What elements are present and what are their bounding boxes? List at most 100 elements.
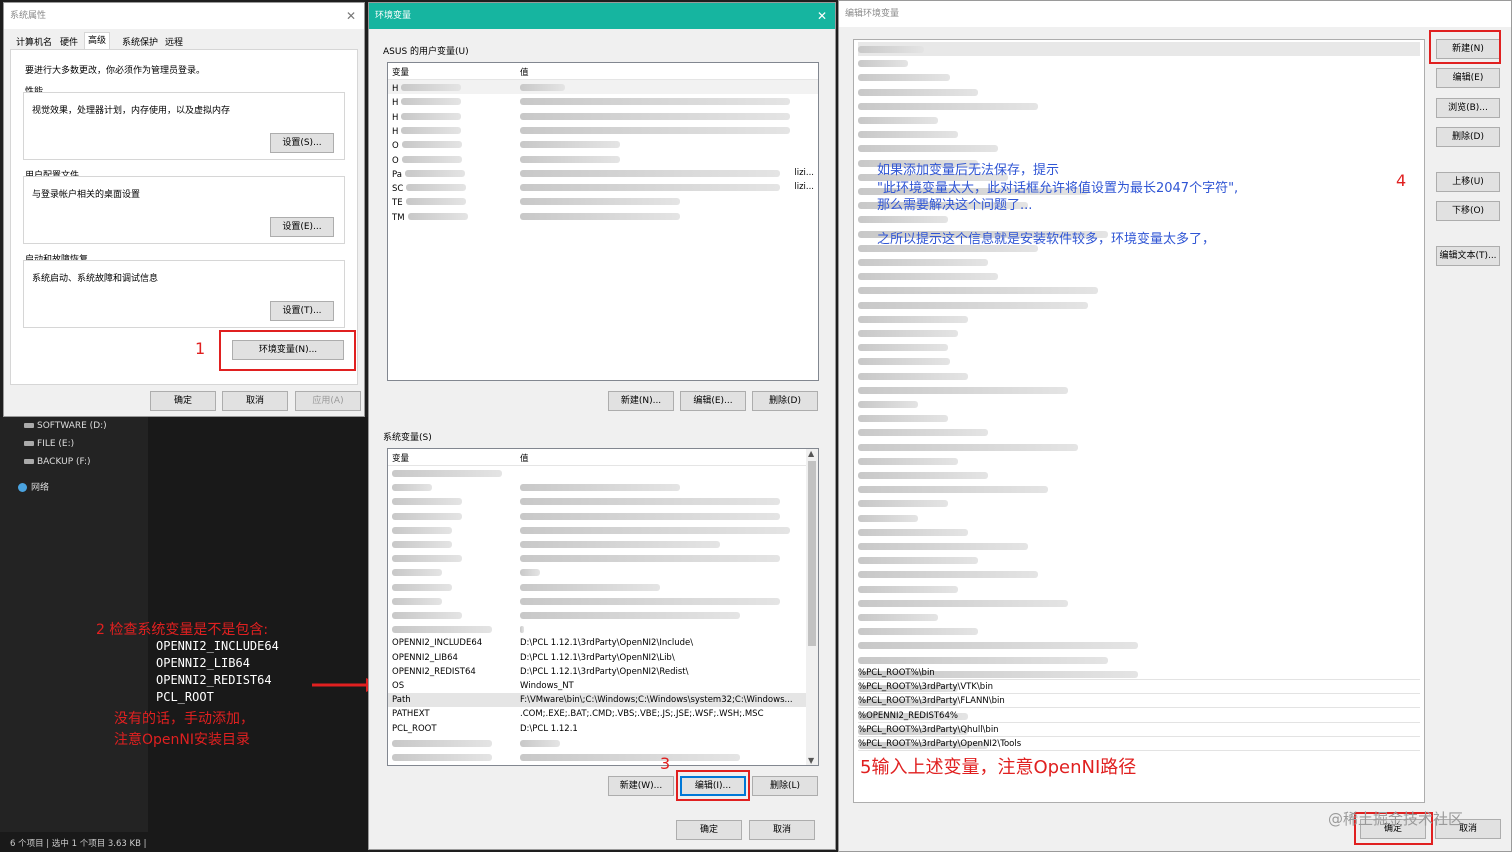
system-new-button[interactable]: 新建(W)...: [608, 776, 674, 796]
move-up-button[interactable]: 上移(U): [1436, 172, 1500, 192]
delete-entry-button[interactable]: 删除(D): [1436, 127, 1500, 147]
system-variables-list[interactable]: 变量 值 OPENNI2_INCLUDE64 D:\PCL 1.12.1\3rdP…: [387, 448, 819, 766]
column-header-variable[interactable]: 变量: [392, 452, 517, 465]
list-item[interactable]: [858, 511, 1420, 525]
system-delete-button[interactable]: 删除(L): [752, 776, 818, 796]
performance-settings-button[interactable]: 设置(S)...: [270, 133, 334, 153]
table-row[interactable]: [388, 466, 806, 480]
table-row[interactable]: PCL_ROOT D:\PCL 1.12.1: [388, 722, 806, 736]
network-item[interactable]: 网络: [18, 480, 49, 493]
cancel-button[interactable]: 取消: [222, 391, 288, 411]
table-row[interactable]: Path F:\VMware\bin\;C:\Windows;C:\Windows…: [388, 693, 806, 708]
table-row[interactable]: H: [388, 94, 818, 108]
table-row[interactable]: [388, 509, 806, 523]
table-row[interactable]: [388, 750, 806, 764]
list-item[interactable]: [858, 496, 1420, 510]
table-row[interactable]: [388, 594, 806, 608]
list-item[interactable]: %OPENNI2_REDIST64%: [858, 709, 1420, 723]
table-row[interactable]: OS Windows_NT: [388, 679, 806, 693]
tab-remote[interactable]: 远程: [161, 34, 187, 50]
list-item[interactable]: [858, 539, 1420, 553]
list-item[interactable]: %PCL_ROOT%\3rdParty\FLANN\bin: [858, 694, 1420, 709]
list-item[interactable]: [858, 212, 1420, 226]
table-row[interactable]: H: [388, 80, 818, 94]
startup-settings-button[interactable]: 设置(T)...: [270, 301, 334, 321]
user-new-button[interactable]: 新建(N)...: [608, 391, 674, 411]
table-row[interactable]: OPENNI2_INCLUDE64 D:\PCL 1.12.1\3rdParty\…: [388, 636, 806, 650]
scrollbar[interactable]: ▲ ▼: [806, 449, 818, 765]
list-item[interactable]: [858, 326, 1420, 340]
list-item[interactable]: [858, 440, 1420, 454]
list-item[interactable]: [858, 255, 1420, 269]
drive-item-f[interactable]: BACKUP (F:): [24, 457, 91, 467]
table-row[interactable]: SC lizi...: [388, 180, 818, 194]
table-row[interactable]: [388, 622, 806, 636]
apply-button[interactable]: 应用(A): [295, 391, 361, 411]
list-item[interactable]: [858, 383, 1420, 397]
ok-button[interactable]: 确定: [676, 820, 742, 840]
tab-advanced[interactable]: 高级: [84, 32, 111, 50]
ok-button[interactable]: 确定: [150, 391, 216, 411]
table-row[interactable]: [388, 580, 806, 594]
user-variables-list[interactable]: 变量 值 H H H H O O Pa lizi... SC lizi... TE TM: [387, 62, 819, 381]
list-item[interactable]: [858, 638, 1420, 652]
tab-hardware[interactable]: 硬件: [56, 34, 82, 50]
edit-text-button[interactable]: 编辑文本(T)...: [1436, 246, 1500, 266]
list-item[interactable]: [858, 283, 1420, 297]
close-icon[interactable]: ✕: [817, 3, 827, 29]
scrollbar-thumb[interactable]: [808, 461, 816, 646]
column-header-value[interactable]: 值: [520, 452, 802, 465]
column-header-variable[interactable]: 变量: [392, 66, 517, 79]
list-item[interactable]: [858, 141, 1420, 155]
list-item[interactable]: [858, 553, 1420, 567]
list-item[interactable]: [858, 298, 1420, 312]
list-item[interactable]: [858, 127, 1420, 141]
list-item[interactable]: [858, 596, 1420, 610]
list-item[interactable]: [858, 454, 1420, 468]
list-item[interactable]: %PCL_ROOT%\3rdParty\VTK\bin: [858, 680, 1420, 695]
list-item[interactable]: [858, 425, 1420, 439]
tab-computer-name[interactable]: 计算机名: [12, 34, 56, 50]
table-row[interactable]: H: [388, 109, 818, 123]
list-item[interactable]: [858, 56, 1420, 70]
drive-item-d[interactable]: SOFTWARE (D:): [24, 421, 107, 431]
user-profile-settings-button[interactable]: 设置(E)...: [270, 217, 334, 237]
table-row[interactable]: TE: [388, 194, 818, 208]
list-item[interactable]: [858, 369, 1420, 383]
browse-button[interactable]: 浏览(B)...: [1436, 98, 1500, 118]
list-item[interactable]: [858, 582, 1420, 596]
list-item[interactable]: [858, 411, 1420, 425]
table-row[interactable]: [388, 537, 806, 551]
list-item[interactable]: [858, 70, 1420, 84]
scroll-down-icon[interactable]: ▼: [808, 756, 814, 765]
edit-entry-button[interactable]: 编辑(E): [1436, 68, 1500, 88]
list-item[interactable]: [858, 340, 1420, 354]
list-item[interactable]: [858, 269, 1420, 283]
table-row[interactable]: O: [388, 137, 818, 151]
list-item[interactable]: %PCL_ROOT%\bin: [858, 666, 1420, 680]
table-row[interactable]: PATHEXT .COM;.EXE;.BAT;.CMD;.VBS;.VBE;.JS…: [388, 707, 806, 721]
cancel-button[interactable]: 取消: [749, 820, 815, 840]
path-entries-list[interactable]: %PCL_ROOT%\bin %PCL_ROOT%\3rdParty\VTK\bi…: [853, 39, 1425, 803]
table-row[interactable]: Pa lizi...: [388, 166, 818, 180]
table-row[interactable]: TM: [388, 209, 818, 223]
list-item[interactable]: [858, 99, 1420, 113]
table-row[interactable]: OPENNI2_LIB64 D:\PCL 1.12.1\3rdParty\Open…: [388, 651, 806, 665]
list-item[interactable]: [858, 397, 1420, 411]
list-item[interactable]: [858, 525, 1420, 539]
list-item[interactable]: %PCL_ROOT%\3rdParty\Qhull\bin: [858, 723, 1420, 737]
list-item[interactable]: [858, 468, 1420, 482]
tab-system-protection[interactable]: 系统保护: [118, 34, 162, 50]
table-row[interactable]: [388, 523, 806, 537]
list-item[interactable]: [858, 113, 1420, 127]
list-item[interactable]: %PCL_ROOT%\3rdParty\OpenNI2\Tools: [858, 737, 1420, 751]
move-down-button[interactable]: 下移(O): [1436, 201, 1500, 221]
table-row[interactable]: [388, 480, 806, 494]
list-item[interactable]: [858, 312, 1420, 326]
table-row[interactable]: [388, 764, 806, 765]
list-item[interactable]: [858, 567, 1420, 581]
list-item[interactable]: [858, 482, 1420, 496]
list-item[interactable]: [858, 42, 1420, 56]
list-item[interactable]: [858, 653, 1420, 667]
user-delete-button[interactable]: 删除(D): [752, 391, 818, 411]
